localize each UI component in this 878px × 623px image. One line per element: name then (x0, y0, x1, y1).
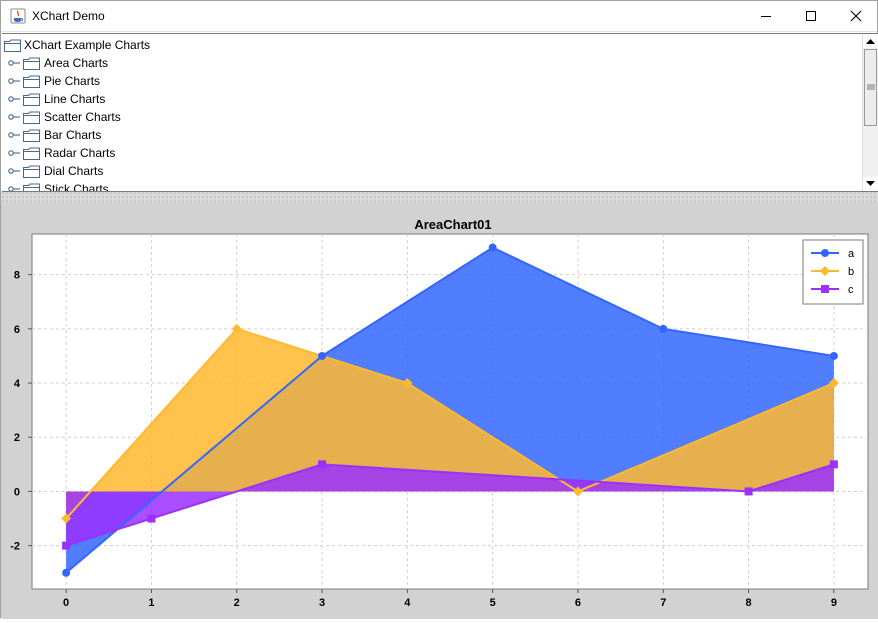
y-tick-label: 2 (14, 432, 20, 444)
folder-icon (23, 57, 40, 70)
window-title: XChart Demo (32, 9, 105, 23)
x-tick-label: 8 (746, 597, 752, 609)
tree-item-label: Line Charts (44, 92, 106, 106)
marker-series-c (318, 460, 327, 469)
y-tick-label: 4 (14, 378, 21, 390)
y-tick-label: -2 (10, 541, 20, 553)
marker-series-c (829, 460, 838, 469)
chevron-up-icon (866, 39, 875, 44)
tree-item-label: Bar Charts (44, 128, 102, 142)
x-tick-label: 5 (490, 597, 496, 609)
app-window: XChart Demo XChart Example Charts Area C… (0, 0, 878, 619)
marker-series-c (62, 541, 71, 550)
tree-scrollbar[interactable] (862, 34, 878, 191)
chart-panel: AreaChart01 0 1 2 3 4 5 6 7 8 9 -2 0 2 4 6 8 abc (1, 202, 878, 619)
grip-icon (867, 84, 875, 90)
x-tick-label: 4 (404, 597, 411, 609)
x-tick-label: 0 (63, 597, 69, 609)
x-tick-label: 9 (831, 597, 837, 609)
folder-icon (23, 93, 40, 106)
marker-series-a (318, 351, 327, 360)
tree-item-label: Area Charts (44, 56, 109, 70)
y-tick-label: 0 (14, 486, 20, 498)
x-tick-label: 7 (660, 597, 666, 609)
expand-handle-icon[interactable] (8, 130, 20, 140)
x-tick-label: 3 (319, 597, 325, 609)
legend: abc (802, 239, 864, 305)
expand-handle-icon[interactable] (8, 148, 20, 158)
java-icon (10, 8, 26, 24)
legend-label-a: a (848, 248, 855, 260)
scroll-up-button[interactable] (863, 34, 878, 48)
y-tick-label: 8 (14, 270, 20, 282)
folder-open-icon (4, 39, 21, 52)
legend-label-c: c (848, 284, 854, 296)
maximize-icon (806, 11, 816, 21)
scroll-down-button[interactable] (863, 177, 878, 191)
marker-series-a (659, 324, 668, 333)
tree-item-label: Scatter Charts (44, 110, 121, 124)
close-icon (850, 10, 862, 22)
area-chart: AreaChart01 0 1 2 3 4 5 6 7 8 9 -2 0 2 4 6 8 abc (10, 217, 869, 609)
legend-label-b: b (848, 266, 854, 278)
expand-handle-icon[interactable] (8, 76, 20, 86)
maximize-button[interactable] (788, 1, 834, 31)
folder-icon (23, 111, 40, 124)
chart-tree[interactable]: XChart Example Charts Area Charts Pie Cha… (2, 33, 878, 192)
tree-root-label: XChart Example Charts (24, 38, 151, 52)
chevron-down-icon (866, 181, 875, 186)
marker-series-a (62, 568, 71, 577)
legend-marker-a (821, 249, 829, 257)
chart-title: AreaChart01 (414, 217, 491, 232)
expand-handle-icon[interactable] (8, 166, 20, 176)
expand-handle-icon[interactable] (8, 94, 20, 104)
y-tick-label: 6 (14, 324, 20, 336)
tree-item-label: Dial Charts (44, 164, 104, 178)
folder-icon (23, 147, 40, 160)
marker-series-a (488, 243, 497, 252)
legend-marker-c (821, 285, 829, 293)
marker-series-c (744, 487, 753, 496)
marker-series-c (147, 514, 156, 523)
minimize-button[interactable] (743, 1, 789, 31)
tree-item-label: Radar Charts (44, 146, 116, 160)
x-tick-label: 2 (234, 597, 240, 609)
split-pane-divider[interactable] (1, 192, 878, 202)
expand-handle-icon[interactable] (8, 184, 20, 192)
folder-icon (23, 75, 40, 88)
expand-handle-icon[interactable] (8, 112, 20, 122)
title-bar[interactable]: XChart Demo (1, 1, 877, 32)
folder-icon (23, 165, 40, 178)
expand-handle-icon[interactable] (8, 58, 20, 68)
folder-icon (23, 129, 40, 142)
tree-item-label: Pie Charts (44, 74, 101, 88)
scroll-thumb[interactable] (864, 49, 877, 126)
folder-icon (23, 183, 40, 191)
minimize-icon (761, 16, 771, 17)
x-tick-label: 1 (148, 597, 154, 609)
x-tick-label: 6 (575, 597, 581, 609)
tree-item-label: Stick Charts (44, 182, 109, 192)
close-button[interactable] (833, 1, 878, 31)
marker-series-a (829, 351, 838, 360)
